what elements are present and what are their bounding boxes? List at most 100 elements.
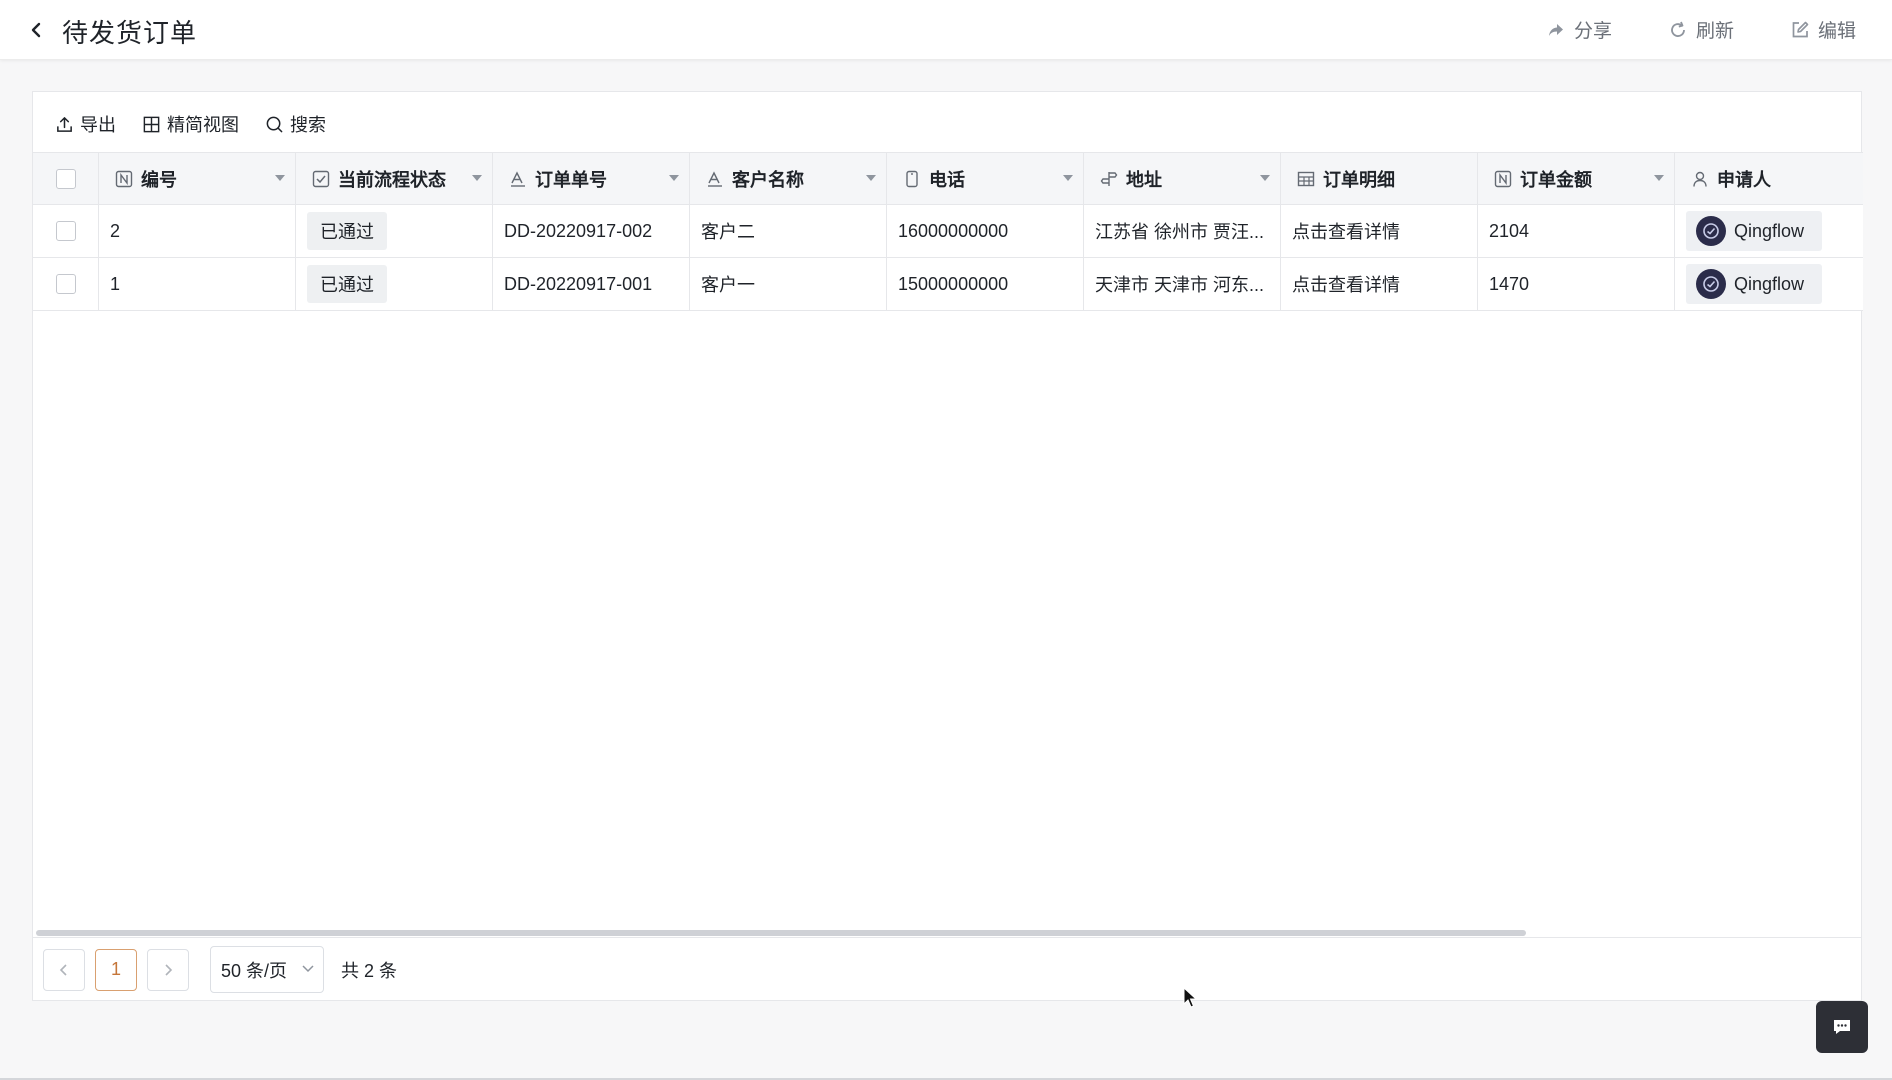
data-table: 编号 当前流程状态 订单单号 客户名称 电话 地址 订单明细 订单金额 申请人 … <box>33 152 1863 929</box>
table-row[interactable]: 1 已通过 DD-20220917-001 客户一 15000000000 天津… <box>33 258 1863 311</box>
qingflow-logo-icon <box>1703 223 1719 239</box>
upload-icon <box>57 116 72 132</box>
column-menu-caret[interactable] <box>1654 175 1664 181</box>
text-field-icon <box>706 170 724 188</box>
column-menu-caret[interactable] <box>866 175 876 181</box>
page-number-button[interactable]: 1 <box>95 948 137 991</box>
prev-page-button[interactable] <box>43 948 85 991</box>
row-checkbox[interactable] <box>55 274 76 294</box>
column-header-phone[interactable]: 电话 <box>887 153 1084 205</box>
table-field-icon <box>1297 170 1315 188</box>
column-header-amount[interactable]: 订单金额 <box>1478 153 1675 205</box>
person-field-icon <box>1691 170 1709 188</box>
records-card: 导出 精简视图 搜索 编号 当前流程状态 订单单号 客户名称 电话 地址 订单明… <box>32 91 1863 1001</box>
refresh-label: 刷新 <box>1695 21 1734 42</box>
horizontal-scrollbar[interactable] <box>36 930 1526 936</box>
share-button[interactable]: 分享 <box>1546 16 1612 43</box>
compact-view-label: 精简视图 <box>167 115 239 135</box>
cell-applicant: Qingflow <box>1675 258 1861 310</box>
next-page-button[interactable] <box>147 948 189 991</box>
applicant-chip[interactable]: Qingflow <box>1686 264 1823 304</box>
avatar <box>1696 216 1726 246</box>
column-header-address[interactable]: 地址 <box>1084 153 1281 205</box>
back-button[interactable] <box>24 17 48 43</box>
column-label: 订单金额 <box>1520 170 1592 190</box>
column-menu-caret[interactable] <box>472 175 482 181</box>
applicant-name: Qingflow <box>1734 273 1805 294</box>
cell-address: 天津市 天津市 河东... <box>1084 258 1281 310</box>
page-header: 待发货订单 分享 刷新 编辑 <box>0 0 1892 60</box>
table-row[interactable]: 2 已通过 DD-20220917-002 客户二 16000000000 江苏… <box>33 205 1863 258</box>
cell-address: 江苏省 徐州市 贾汪... <box>1084 205 1281 257</box>
cell-customer: 客户一 <box>690 258 887 310</box>
search-icon <box>266 116 283 132</box>
page-title: 待发货订单 <box>62 18 198 48</box>
share-icon <box>1548 23 1563 36</box>
view-detail-link[interactable]: 点击查看详情 <box>1281 258 1478 310</box>
cell-order-no: DD-20220917-002 <box>493 205 690 257</box>
status-badge: 已通过 <box>307 265 387 303</box>
edit-button[interactable]: 编辑 <box>1790 16 1856 43</box>
column-menu-caret[interactable] <box>669 175 679 181</box>
column-label: 订单单号 <box>535 170 607 190</box>
column-header-order-no[interactable]: 订单单号 <box>493 153 690 205</box>
chat-icon <box>1834 1020 1850 1034</box>
avatar <box>1696 269 1726 299</box>
cell-amount: 1470 <box>1478 258 1675 310</box>
view-detail-link[interactable]: 点击查看详情 <box>1281 205 1478 257</box>
chevron-right-icon <box>165 963 173 976</box>
select-all-checkbox[interactable] <box>55 169 76 189</box>
column-header-status[interactable]: 当前流程状态 <box>296 153 493 205</box>
row-select-cell <box>33 205 99 257</box>
column-header-applicant[interactable]: 申请人 <box>1675 153 1861 205</box>
table-header: 编号 当前流程状态 订单单号 客户名称 电话 地址 订单明细 订单金额 申请人 <box>33 152 1863 205</box>
cell-amount: 2104 <box>1478 205 1675 257</box>
column-header-detail[interactable]: 订单明细 <box>1281 153 1478 205</box>
mouse-cursor-icon <box>1183 987 1197 1008</box>
export-button[interactable]: 导出 <box>55 111 116 137</box>
total-count: 共 2 条 <box>341 960 398 981</box>
edit-label: 编辑 <box>1817 21 1856 42</box>
table-toolbar: 导出 精简视图 搜索 <box>55 110 326 138</box>
address-field-icon <box>1100 170 1118 188</box>
column-header-customer[interactable]: 客户名称 <box>690 153 887 205</box>
cell-customer: 客户二 <box>690 205 887 257</box>
cell-phone: 15000000000 <box>887 258 1084 310</box>
page-size-select[interactable]: 50 条/页 <box>210 946 324 993</box>
column-label: 地址 <box>1126 170 1162 190</box>
header-actions: 分享 刷新 编辑 <box>1546 16 1856 43</box>
edit-icon <box>1792 21 1809 37</box>
column-header-id[interactable]: 编号 <box>99 153 296 205</box>
share-label: 分享 <box>1573 21 1612 42</box>
number-field-icon <box>1494 170 1512 188</box>
divider <box>32 937 1862 938</box>
applicant-chip[interactable]: Qingflow <box>1686 211 1823 251</box>
column-label: 客户名称 <box>732 170 804 190</box>
column-menu-caret[interactable] <box>275 175 285 181</box>
applicant-name: Qingflow <box>1734 220 1805 241</box>
table-body: 2 已通过 DD-20220917-002 客户二 16000000000 江苏… <box>33 205 1863 311</box>
chevron-down-icon <box>302 965 314 973</box>
checkbox-field-icon <box>312 170 330 188</box>
column-label: 申请人 <box>1717 170 1771 190</box>
text-field-icon <box>509 170 527 188</box>
number-field-icon <box>115 170 133 188</box>
column-label: 电话 <box>929 170 965 190</box>
qingflow-logo-icon <box>1703 276 1719 292</box>
cell-applicant: Qingflow <box>1675 205 1861 257</box>
chat-support-button[interactable] <box>1816 1001 1868 1053</box>
row-checkbox[interactable] <box>55 221 76 241</box>
column-menu-caret[interactable] <box>1260 175 1270 181</box>
column-label: 订单明细 <box>1323 170 1395 190</box>
status-badge: 已通过 <box>307 212 387 250</box>
chevron-left-icon <box>59 963 67 976</box>
cell-phone: 16000000000 <box>887 205 1084 257</box>
search-button[interactable]: 搜索 <box>265 111 326 137</box>
grid-icon <box>143 116 160 132</box>
page-size-value: 50 条/页 <box>221 960 288 981</box>
select-all-cell <box>33 153 99 205</box>
refresh-button[interactable]: 刷新 <box>1668 16 1734 43</box>
compact-view-button[interactable]: 精简视图 <box>142 111 239 137</box>
column-menu-caret[interactable] <box>1063 175 1073 181</box>
search-label: 搜索 <box>290 115 326 135</box>
